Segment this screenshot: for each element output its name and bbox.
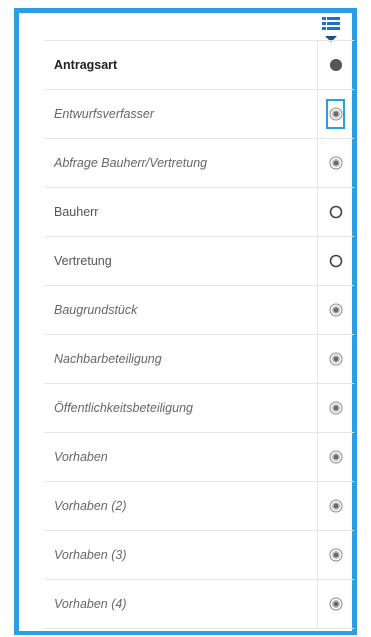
status-indicator[interactable]: [317, 41, 354, 89]
list-item[interactable]: Bauherr: [44, 188, 354, 237]
list-item[interactable]: Entwurfsverfasser: [44, 90, 354, 139]
list-item[interactable]: Vorhaben: [44, 433, 354, 482]
list-item-label: Nachbarbeteiligung: [54, 352, 162, 366]
status-indicator[interactable]: [317, 482, 354, 530]
radio-dot-icon: [329, 352, 343, 366]
status-indicator[interactable]: [317, 580, 354, 628]
list-item[interactable]: Abfrage Bauherr/Vertretung: [44, 139, 354, 188]
radio-dot-icon: [329, 156, 343, 170]
radio-dot-icon: [329, 597, 343, 611]
list-item-label: Antragsart: [54, 58, 118, 72]
status-indicator[interactable]: [317, 433, 354, 481]
list-item-label: Baugrundstück: [54, 303, 138, 317]
list-item[interactable]: Vorhaben (2): [44, 482, 354, 531]
list-item[interactable]: Nachbarbeteiligung: [44, 335, 354, 384]
empty-circle-icon: [329, 205, 343, 219]
status-indicator[interactable]: [317, 384, 354, 432]
list-item-label: Vorhaben (4): [54, 597, 127, 611]
filled-circle-icon: [330, 59, 342, 71]
status-indicator[interactable]: [317, 335, 354, 383]
list-item[interactable]: Antragsart: [44, 41, 354, 90]
list-item[interactable]: Vertretung: [44, 237, 354, 286]
list-item-label: Entwurfsverfasser: [54, 107, 155, 121]
radio-dot-icon: [329, 107, 343, 121]
status-indicator[interactable]: [317, 531, 354, 579]
section-list: Antragsart Entwurfsverfasser Abfrage Bauhe…: [44, 40, 354, 629]
radio-dot-icon: [329, 548, 343, 562]
list-item-label: Bauherr: [54, 205, 99, 219]
list-item[interactable]: Vorhaben (3): [44, 531, 354, 580]
list-item[interactable]: Öffentlichkeitsbeteiligung: [44, 384, 354, 433]
list-item-label: Vorhaben (2): [54, 499, 127, 513]
list-item-label: Abfrage Bauherr/Vertretung: [54, 156, 208, 170]
list-item-label: Vorhaben (3): [54, 548, 127, 562]
list-item-label: Vorhaben: [54, 450, 108, 464]
status-indicator[interactable]: [317, 286, 354, 334]
list-item[interactable]: Vorhaben (4): [44, 580, 354, 629]
radio-dot-icon: [329, 450, 343, 464]
status-indicator[interactable]: [317, 237, 354, 285]
list-item-label: Öffentlichkeitsbeteiligung: [54, 401, 193, 415]
status-indicator[interactable]: [317, 188, 354, 236]
list-item[interactable]: Baugrundstück: [44, 286, 354, 335]
empty-circle-icon: [329, 254, 343, 268]
status-indicator[interactable]: [317, 90, 354, 138]
app-frame: Antragsart Entwurfsverfasser Abfrage Bauhe…: [0, 0, 371, 637]
status-indicator[interactable]: [317, 139, 354, 187]
list-item-label: Vertretung: [54, 254, 112, 268]
radio-dot-icon: [329, 499, 343, 513]
radio-dot-icon: [329, 401, 343, 415]
radio-dot-icon: [329, 303, 343, 317]
